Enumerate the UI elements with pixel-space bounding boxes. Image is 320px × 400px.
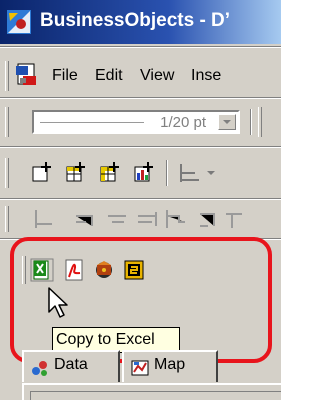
menu-insert[interactable]: Inse (191, 67, 221, 85)
tab-data-label: Data (54, 356, 88, 373)
document-menu-icon[interactable] (14, 62, 40, 88)
align-dropdown-icon[interactable] (204, 166, 218, 180)
tab-data[interactable]: Data (22, 350, 120, 382)
tab-map-label: Map (154, 356, 186, 373)
tab-panel-content (30, 391, 281, 400)
align-top-icon[interactable] (32, 206, 58, 232)
menu-view[interactable]: View (140, 67, 174, 85)
line-sample (40, 122, 144, 123)
toolbar-separator (250, 109, 252, 135)
app-window: BusinessObjects - D’ File Edit View Inse… (0, 0, 281, 400)
data-tab-icon (32, 361, 47, 376)
map-tab-icon (131, 360, 149, 376)
toolbar-grip[interactable] (258, 107, 262, 137)
structure-toolbar (0, 150, 281, 196)
divider (0, 97, 281, 99)
menu-file[interactable]: File (52, 67, 78, 85)
menu-bar: File Edit View Inse (0, 55, 281, 95)
align-bottom-icon[interactable] (162, 206, 188, 232)
line-width-value: 1/20 pt (160, 114, 206, 131)
alignment-toolbar (0, 202, 281, 236)
menu-edit[interactable]: Edit (95, 67, 123, 85)
divider (0, 46, 281, 48)
divider (0, 146, 281, 148)
insert-cell-icon[interactable] (30, 160, 56, 186)
highlight-annotation (10, 237, 272, 363)
insert-chart-icon[interactable] (132, 160, 158, 186)
line-width-combo[interactable]: 1/20 pt (32, 110, 240, 134)
align-left-icon[interactable] (178, 160, 204, 186)
align-center-icon[interactable] (104, 206, 130, 232)
toolbar-grip[interactable] (5, 206, 9, 232)
menubar-grip[interactable] (5, 61, 9, 91)
align-right-icon[interactable] (70, 206, 96, 232)
align-middle-icon[interactable] (134, 206, 160, 232)
tab-panel (22, 383, 281, 400)
title-bar[interactable]: BusinessObjects - D’ (0, 0, 281, 44)
toolbar-separator (166, 160, 168, 186)
align-grid-icon[interactable] (194, 206, 220, 232)
line-width-dropdown-button[interactable] (218, 114, 236, 130)
tab-map[interactable]: Map (122, 350, 218, 382)
divider (0, 198, 281, 200)
formatting-toolbar: 1/20 pt (0, 101, 281, 143)
app-logo-icon (7, 10, 31, 34)
insert-crosstab-icon[interactable] (98, 160, 124, 186)
align-spacing-icon[interactable] (222, 206, 248, 232)
toolbar-grip[interactable] (5, 158, 9, 188)
window-title: BusinessObjects - D’ (40, 10, 231, 31)
toolbar-grip[interactable] (5, 107, 9, 137)
insert-table-icon[interactable] (64, 160, 90, 186)
